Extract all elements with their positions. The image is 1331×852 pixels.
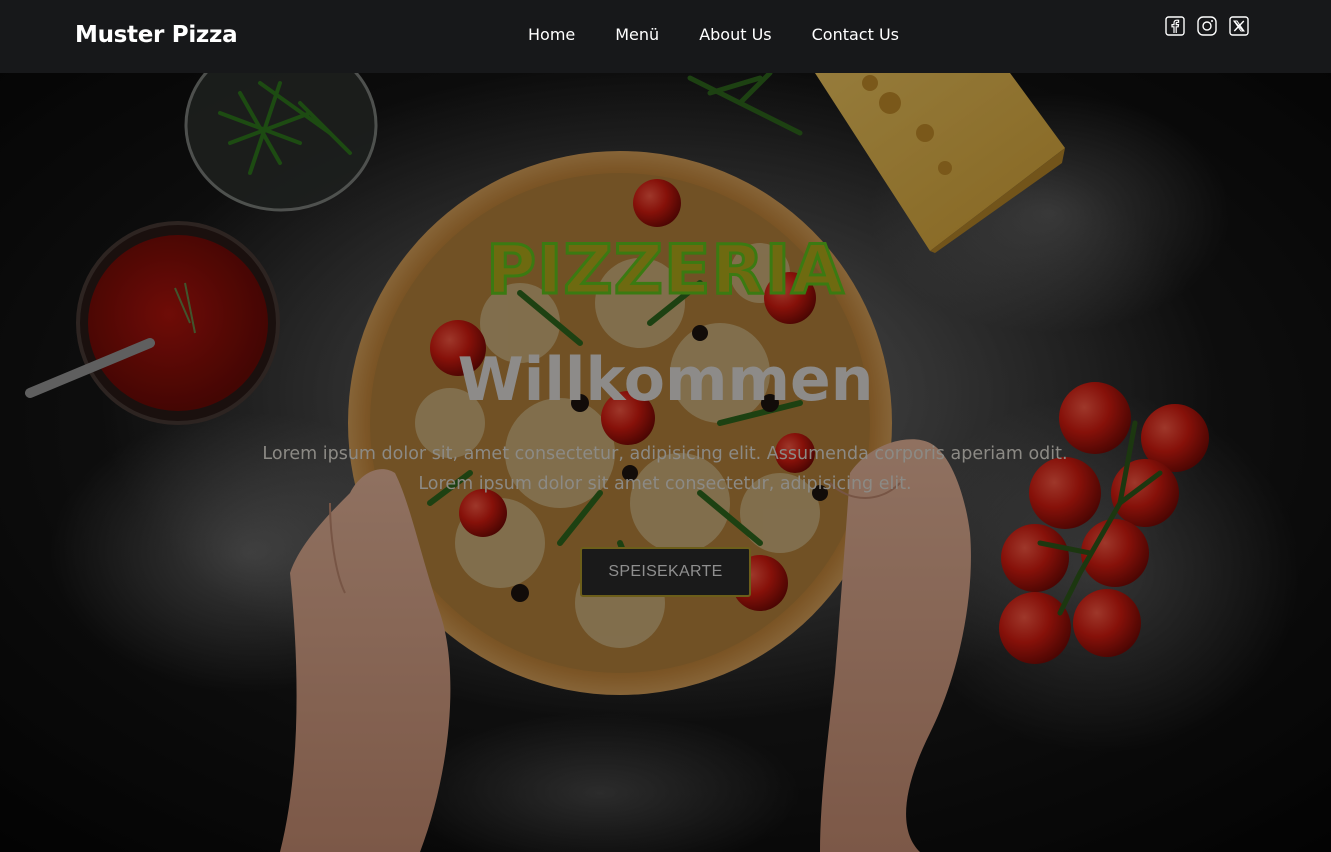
nav-link-about[interactable]: About Us xyxy=(699,25,771,45)
hero-title: PIZZERIA xyxy=(485,231,846,310)
facebook-icon[interactable] xyxy=(1165,16,1185,36)
main-nav: Home Menü About Us Contact Us xyxy=(528,25,899,45)
hero-description: Lorem ipsum dolor sit, amet consectetur,… xyxy=(165,439,1165,499)
instagram-icon[interactable] xyxy=(1197,16,1217,36)
menu-button[interactable]: SPEISEKARTE xyxy=(580,547,751,597)
hero-description-line-2: Lorem ipsum dolor sit amet consectetur, … xyxy=(418,474,912,494)
nav-link-contact[interactable]: Contact Us xyxy=(812,25,899,45)
nav-link-menu[interactable]: Menü xyxy=(615,25,659,45)
hero-welcome-heading: Willkommen xyxy=(457,345,874,415)
brand-logo[interactable]: Muster Pizza xyxy=(75,20,238,50)
navbar: Muster Pizza Home Menü About Us Contact … xyxy=(0,0,1331,73)
x-twitter-icon[interactable] xyxy=(1229,16,1249,36)
page: Muster Pizza Home Menü About Us Contact … xyxy=(0,0,1331,852)
hero-description-line-1: Lorem ipsum dolor sit, amet consectetur,… xyxy=(262,444,1068,464)
social-links xyxy=(1165,16,1249,36)
hero-section: PIZZERIA Willkommen Lorem ipsum dolor si… xyxy=(0,73,1331,852)
nav-link-home[interactable]: Home xyxy=(528,25,575,45)
